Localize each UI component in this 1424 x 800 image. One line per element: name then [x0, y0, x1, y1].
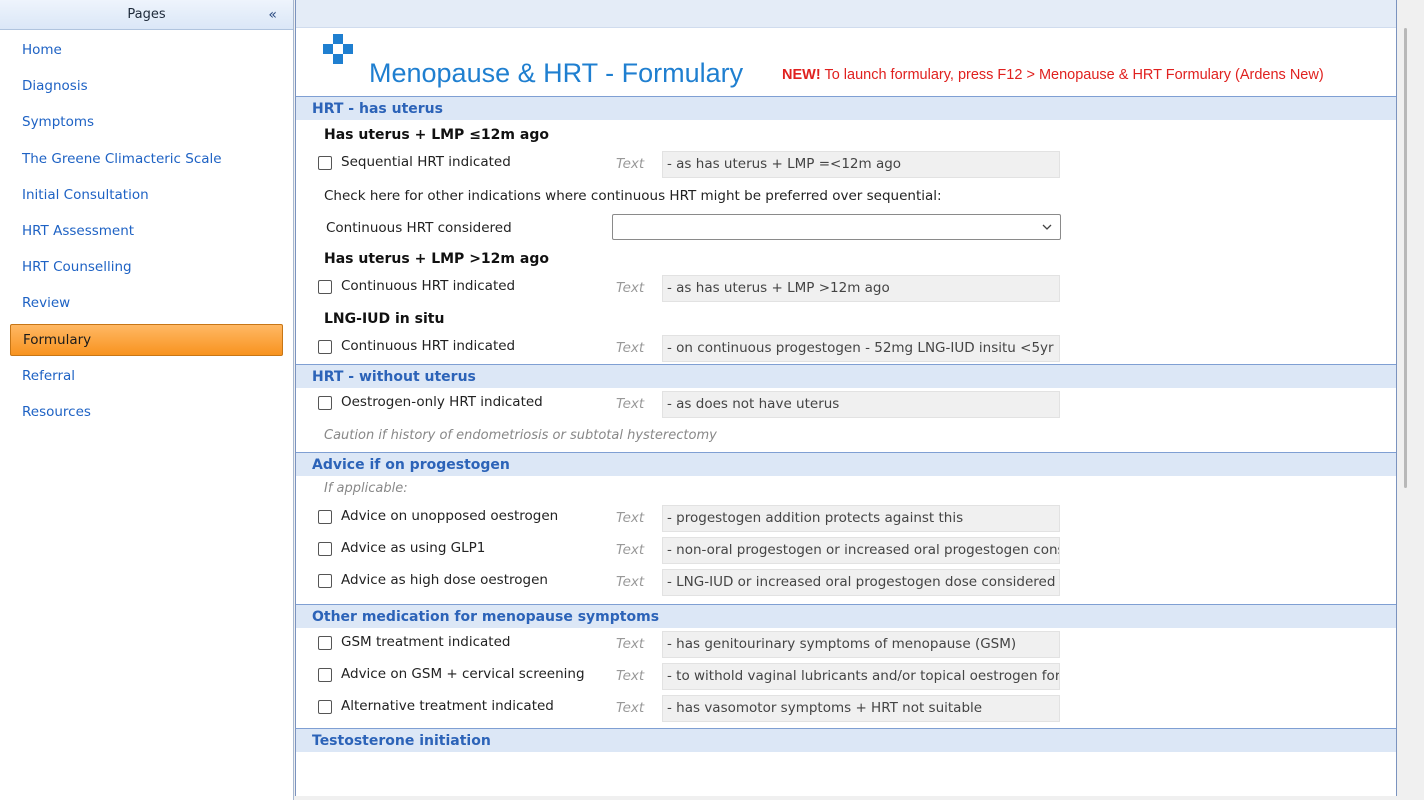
blue-cross-logo-icon [323, 34, 353, 64]
sidebar-item-diagnosis[interactable]: Diagnosis [0, 68, 293, 104]
checkbox-continuous-hrt-lmp[interactable] [318, 280, 332, 294]
sidebar-item-home[interactable]: Home [0, 32, 293, 68]
row-alternative-treatment: Alternative treatment indicated Text - h… [296, 692, 1396, 724]
text-field-oestrogen-only-hrt[interactable]: - as does not have uterus [662, 391, 1060, 418]
text-field-gsm-treatment[interactable]: - has genitourinary symptoms of menopaus… [662, 631, 1060, 658]
checkbox-gsm-cervical-screening[interactable] [318, 668, 332, 682]
text-label: Text [616, 510, 645, 526]
scrollbar-thumb[interactable] [1404, 28, 1407, 488]
notice-text: To launch formulary, press F12 > Menopau… [820, 67, 1324, 83]
label-continuous-hrt-considered: Continuous HRT considered [326, 220, 512, 236]
text-label: Text [616, 340, 645, 356]
sidebar-item-initial-consultation[interactable]: Initial Consultation [0, 177, 293, 213]
text-label: Text [616, 280, 645, 296]
sub-heading-lmp-within-12m: Has uterus + LMP ≤12m ago [324, 127, 549, 143]
section-header-without-uterus: HRT - without uterus [296, 364, 1396, 388]
text-field-unopposed-oestrogen[interactable]: - progestogen addition protects against … [662, 505, 1060, 532]
section-header-has-uterus: HRT - has uterus [296, 96, 1396, 120]
row-unopposed-oestrogen: Advice on unopposed oestrogen Text - pro… [296, 502, 1396, 534]
label-high-dose-oestrogen: Advice as high dose oestrogen [341, 572, 548, 588]
label-gsm-treatment: GSM treatment indicated [341, 634, 511, 650]
collapse-sidebar-icon[interactable]: « [268, 0, 277, 30]
sidebar-item-formulary[interactable]: Formulary [10, 323, 283, 356]
row-oestrogen-only-hrt: Oestrogen-only HRT indicated Text - as d… [296, 388, 1396, 420]
label-glp1: Advice as using GLP1 [341, 540, 486, 556]
row-continuous-hrt-lng-iud: Continuous HRT indicated Text - on conti… [296, 332, 1396, 364]
text-field-high-dose-oestrogen[interactable]: - LNG-IUD or increased oral progestogen … [662, 569, 1060, 596]
checkbox-high-dose-oestrogen[interactable] [318, 574, 332, 588]
page-title: Menopause & HRT - Formulary [369, 58, 744, 88]
text-field-alternative-treatment[interactable]: - has vasomotor symptoms + HRT not suita… [662, 695, 1060, 722]
text-field-gsm-cervical-screening[interactable]: - to withold vaginal lubricants and/or t… [662, 663, 1060, 690]
section-header-other-medication: Other medication for menopause symptoms [296, 604, 1396, 628]
bottom-border [295, 796, 1398, 800]
label-continuous-hrt-lng-iud: Continuous HRT indicated [341, 338, 516, 354]
main-topbar [296, 0, 1396, 28]
sidebar: Pages « Home Diagnosis Symptoms The Gree… [0, 0, 294, 800]
section-header-testosterone: Testosterone initiation [296, 728, 1396, 752]
checkbox-unopposed-oestrogen[interactable] [318, 510, 332, 524]
label-alternative-treatment: Alternative treatment indicated [341, 698, 554, 714]
section-header-progestogen: Advice if on progestogen [296, 452, 1396, 476]
sidebar-item-resources[interactable]: Resources [0, 394, 293, 430]
row-high-dose-oestrogen: Advice as high dose oestrogen Text - LNG… [296, 566, 1396, 598]
row-glp1: Advice as using GLP1 Text - non-oral pro… [296, 534, 1396, 566]
checkbox-alternative-treatment[interactable] [318, 700, 332, 714]
text-label: Text [616, 574, 645, 590]
text-field-continuous-hrt-lmp[interactable]: - as has uterus + LMP >12m ago [662, 275, 1060, 302]
checkbox-sequential-hrt[interactable] [318, 156, 332, 170]
main-panel: Menopause & HRT - Formulary NEW! To laun… [295, 0, 1397, 796]
if-applicable-note: If applicable: [324, 481, 408, 496]
new-badge: NEW! [782, 67, 821, 83]
sidebar-item-greene-climacteric-scale[interactable]: The Greene Climacteric Scale [0, 141, 293, 177]
text-label: Text [616, 700, 645, 716]
text-label: Text [616, 542, 645, 558]
text-field-continuous-hrt-lng-iud[interactable]: - on continuous progestogen - 52mg LNG-I… [662, 335, 1060, 362]
text-label: Text [616, 396, 645, 412]
checkbox-gsm-treatment[interactable] [318, 636, 332, 650]
label-gsm-cervical-screening: Advice on GSM + cervical screening [341, 666, 585, 682]
checkbox-continuous-hrt-lng-iud[interactable] [318, 340, 332, 354]
row-gsm-cervical-screening: Advice on GSM + cervical screening Text … [296, 660, 1396, 692]
sub-heading-lmp-over-12m: Has uterus + LMP >12m ago [324, 251, 549, 267]
row-sequential-hrt: Sequential HRT indicated Text - as has u… [296, 148, 1396, 180]
text-label: Text [616, 636, 645, 652]
row-continuous-hrt-considered: Continuous HRT considered [296, 212, 1396, 244]
sidebar-header: Pages « [0, 0, 293, 30]
new-notice: NEW! To launch formulary, press F12 > Me… [782, 67, 1324, 83]
row-gsm-treatment: GSM treatment indicated Text - has genit… [296, 628, 1396, 660]
title-area: Menopause & HRT - Formulary NEW! To laun… [296, 28, 1396, 96]
info-continuous-indications: Check here for other indications where c… [324, 188, 942, 204]
sidebar-title: Pages [127, 7, 166, 22]
dropdown-continuous-hrt-considered[interactable] [612, 214, 1061, 240]
label-oestrogen-only-hrt: Oestrogen-only HRT indicated [341, 394, 543, 410]
sidebar-item-symptoms[interactable]: Symptoms [0, 104, 293, 140]
sidebar-item-review[interactable]: Review [0, 285, 293, 321]
text-label: Text [616, 156, 645, 172]
text-label: Text [616, 668, 645, 684]
text-field-sequential-hrt[interactable]: - as has uterus + LMP =<12m ago [662, 151, 1060, 178]
sub-heading-lng-iud: LNG-IUD in situ [324, 311, 445, 327]
text-field-glp1[interactable]: - non-oral progestogen or increased oral… [662, 537, 1060, 564]
chevron-down-icon [1042, 224, 1052, 230]
caution-note: Caution if history of endometriosis or s… [324, 428, 717, 443]
sidebar-item-hrt-counselling[interactable]: HRT Counselling [0, 249, 293, 285]
label-unopposed-oestrogen: Advice on unopposed oestrogen [341, 508, 559, 524]
sidebar-item-referral[interactable]: Referral [0, 358, 293, 394]
sidebar-nav: Home Diagnosis Symptoms The Greene Clima… [0, 30, 293, 430]
vertical-scrollbar[interactable] [1398, 0, 1424, 800]
label-continuous-hrt-lmp: Continuous HRT indicated [341, 278, 516, 294]
checkbox-oestrogen-only-hrt[interactable] [318, 396, 332, 410]
checkbox-glp1[interactable] [318, 542, 332, 556]
label-sequential-hrt: Sequential HRT indicated [341, 154, 511, 170]
row-continuous-hrt-lmp: Continuous HRT indicated Text - as has u… [296, 272, 1396, 304]
sidebar-item-hrt-assessment[interactable]: HRT Assessment [0, 213, 293, 249]
